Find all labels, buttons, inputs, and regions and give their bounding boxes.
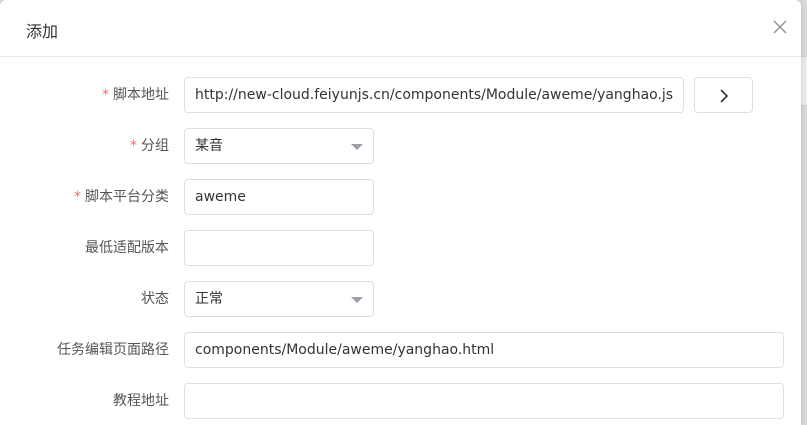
form-row-group: * 分组 某音: [0, 128, 801, 164]
go-button[interactable]: [694, 77, 753, 113]
form-row-platform-category: * 脚本平台分类 aweme: [0, 179, 801, 215]
min-version-label: 最低适配版本: [85, 240, 169, 256]
form-row-script-url: * 脚本地址 http://new-cloud.feiyunjs.cn/compo…: [0, 77, 801, 113]
required-mark: *: [102, 87, 109, 103]
required-mark: *: [130, 138, 137, 154]
platform-category-label: * 脚本平台分类: [74, 189, 169, 205]
chevron-right-icon: [720, 89, 729, 103]
status-selected-value: 正常: [195, 291, 223, 307]
form-row-min-version: 最低适配版本: [0, 230, 801, 266]
status-select[interactable]: 正常: [184, 281, 374, 317]
min-version-input[interactable]: [184, 230, 374, 266]
group-selected-value: 某音: [195, 138, 223, 154]
caret-down-icon: [351, 297, 363, 303]
script-url-input[interactable]: http://new-cloud.feiyunjs.cn/components/…: [184, 77, 684, 113]
group-select[interactable]: 某音: [184, 128, 374, 164]
status-label: 状态: [141, 291, 169, 307]
task-edit-path-label: 任务编辑页面路径: [57, 342, 169, 358]
tutorial-url-input[interactable]: [184, 383, 784, 419]
close-icon[interactable]: [773, 20, 789, 36]
required-mark: *: [74, 189, 81, 205]
caret-down-icon: [351, 144, 363, 150]
platform-category-input[interactable]: aweme: [184, 179, 374, 215]
tutorial-url-label: 教程地址: [113, 393, 169, 409]
task-edit-path-input[interactable]: components/Module/aweme/yanghao.html: [184, 332, 784, 368]
dialog-header: 添加: [0, 0, 801, 57]
form-row-task-edit-path: 任务编辑页面路径 components/Module/aweme/yanghao…: [0, 332, 801, 368]
form-row-tutorial-url: 教程地址: [0, 383, 801, 419]
add-dialog: 添加 * 脚本地址 http://new-cloud.feiyunjs.cn/co…: [0, 0, 801, 425]
script-url-label: * 脚本地址: [102, 87, 169, 103]
group-label: * 分组: [130, 138, 169, 154]
form-row-status: 状态 正常: [0, 281, 801, 317]
dialog-title: 添加: [26, 22, 59, 41]
